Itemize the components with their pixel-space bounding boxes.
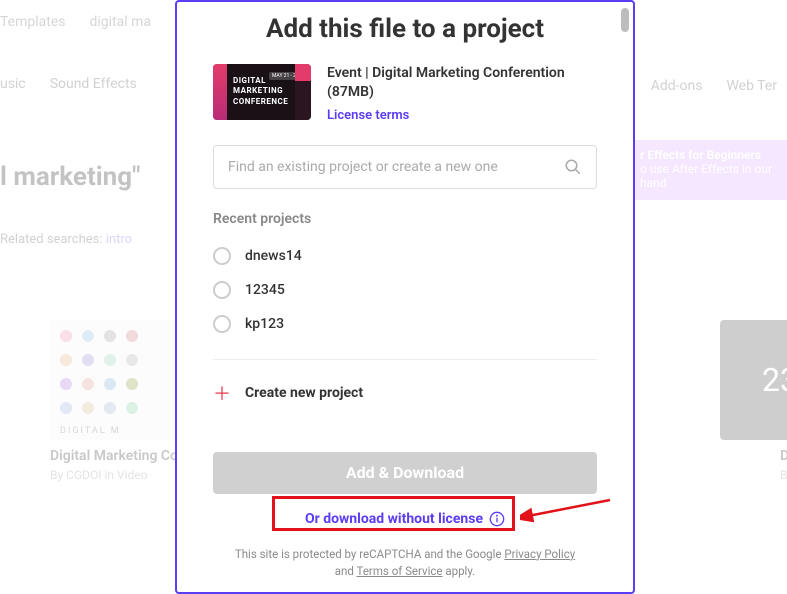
nav-item: digital ma [90, 14, 152, 30]
license-terms-link[interactable]: License terms [327, 108, 409, 123]
create-project-button[interactable]: ＋ Create new project [213, 376, 597, 410]
banner-title: r Effects for Beginners [640, 148, 779, 162]
project-search[interactable] [213, 145, 597, 189]
project-option[interactable]: kp123 [213, 307, 597, 341]
asset-card: 23 ⬇ Digital ma By IconsX [720, 320, 787, 482]
project-name: kp123 [245, 316, 284, 332]
related-label: Related searches: [0, 232, 103, 247]
divider [213, 359, 597, 360]
banner-sub: o use After Effects in our hand [640, 162, 779, 190]
download-without-license-link[interactable]: Or download without license [297, 506, 513, 532]
card-thumbnail: 23 [720, 320, 787, 440]
file-thumbnail: DIGITAL MARKETING CONFERENCE MAY 21 - 23 [213, 64, 311, 120]
scrollbar-thumb[interactable] [621, 8, 629, 32]
project-option[interactable]: 12345 [213, 273, 597, 307]
alt-download-label: Or download without license [305, 511, 483, 527]
modal-title: Add this file to a project [213, 14, 597, 44]
add-to-project-modal: Add this file to a project DIGITAL MARKE… [175, 0, 635, 594]
project-name: dnews14 [245, 248, 302, 264]
radio-icon [213, 315, 231, 333]
related-link: intro [106, 232, 132, 247]
radio-icon [213, 247, 231, 265]
card-title: Digital ma [780, 448, 787, 464]
nav-item: Add-ons [651, 78, 703, 94]
legal-text: apply. [443, 564, 476, 578]
plus-icon: ＋ [213, 380, 231, 406]
thumbnail-text: DIGITAL MARKETING CONFERENCE [233, 76, 288, 107]
legal-text: This site is protected by reCAPTCHA and … [235, 547, 505, 561]
radio-icon [213, 281, 231, 299]
card-author: By IconsX [780, 468, 787, 482]
info-icon [489, 511, 505, 527]
project-option[interactable]: dnews14 [213, 239, 597, 273]
legal-text: and [335, 564, 357, 578]
thumbnail-date: MAY 21 - 23 [269, 72, 302, 80]
promo-banner: r Effects for Beginners o use After Effe… [632, 140, 787, 200]
file-name: Event | Digital Marketing Conferention (… [327, 64, 597, 102]
nav-item: Sound Effects [50, 76, 137, 92]
recaptcha-legal: This site is protected by reCAPTCHA and … [213, 546, 597, 581]
search-input[interactable] [228, 159, 564, 175]
project-name: 12345 [245, 282, 285, 298]
privacy-policy-link[interactable]: Privacy Policy [504, 547, 575, 561]
nav-item: Web Ter [726, 78, 777, 94]
file-summary: DIGITAL MARKETING CONFERENCE MAY 21 - 23… [213, 64, 597, 123]
search-icon [564, 158, 582, 176]
nav-item: usic [0, 76, 26, 92]
nav-item: Templates [0, 14, 66, 30]
right-nav: Add-ons Web Ter [651, 78, 777, 94]
recent-projects-label: Recent projects [213, 211, 597, 227]
create-project-label: Create new project [245, 385, 363, 401]
add-download-button[interactable]: Add & Download [213, 452, 597, 494]
terms-of-service-link[interactable]: Terms of Service [357, 564, 443, 578]
